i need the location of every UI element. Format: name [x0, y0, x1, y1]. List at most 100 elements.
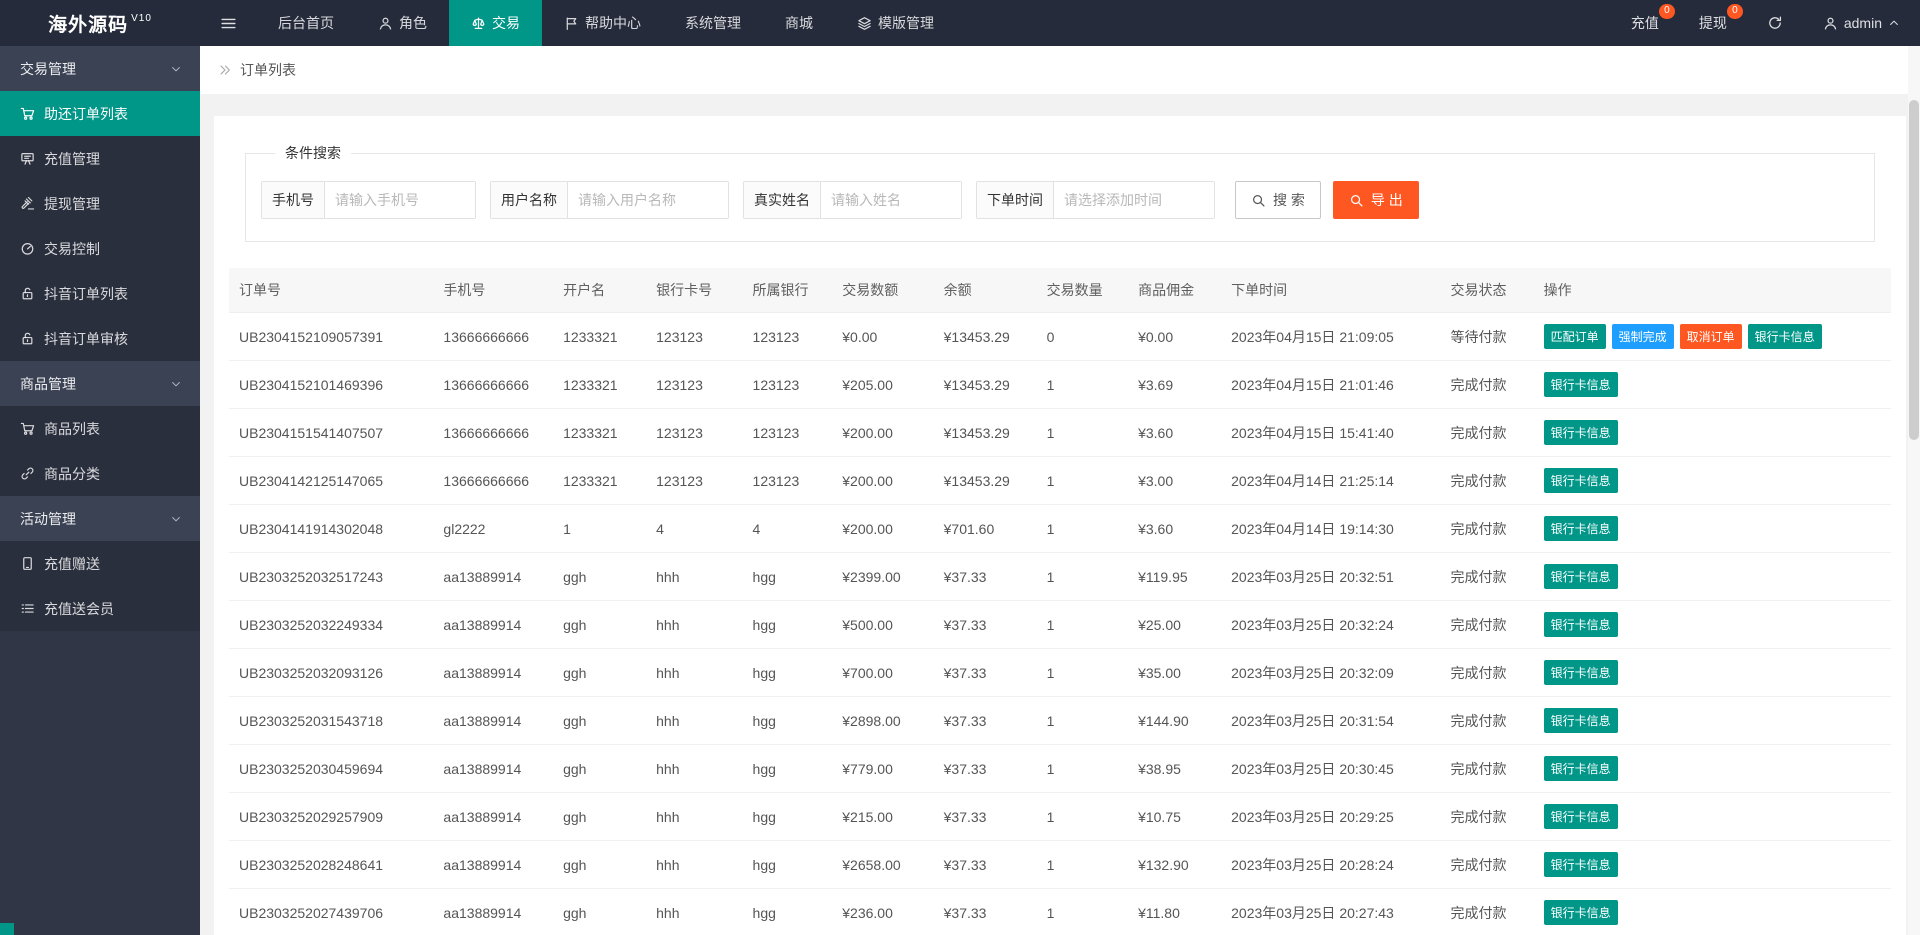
table-cell: 1: [1037, 553, 1128, 601]
top-nav-item[interactable]: 后台首页: [256, 0, 356, 46]
actions-cell: 银行卡信息: [1534, 697, 1891, 745]
table-row: UB2303252027439706aa13889914gghhhhhgg¥23…: [229, 889, 1891, 935]
actions-cell: 银行卡信息: [1534, 889, 1891, 935]
action-button[interactable]: 银行卡信息: [1748, 324, 1822, 349]
top-nav-item[interactable]: 交易: [449, 0, 542, 46]
sidebar-item-label: 商品分类: [44, 464, 100, 484]
table-cell: UB2303252027439706: [229, 889, 433, 935]
top-nav-item-label: 模版管理: [878, 13, 934, 33]
table-cell: ¥500.00: [832, 601, 933, 649]
action-button[interactable]: 银行卡信息: [1544, 660, 1618, 685]
action-button[interactable]: 银行卡信息: [1544, 420, 1618, 445]
sidebar-item[interactable]: 提现管理: [0, 181, 200, 226]
action-button[interactable]: 取消订单: [1680, 324, 1742, 349]
search-input[interactable]: [821, 182, 961, 218]
search-input[interactable]: [1054, 182, 1214, 218]
content-card: 条件搜索 手机号用户名称真实姓名下单时间搜 索导 出 订单号手机号开户名银行卡号…: [214, 116, 1906, 935]
table-cell: ¥37.33: [934, 889, 1037, 935]
app-logo: 海外源码 V10: [0, 0, 200, 46]
sidebar-section-header[interactable]: 活动管理: [0, 496, 200, 541]
table-cell: 2023年03月25日 20:28:24: [1221, 841, 1440, 889]
sidebar-section-header[interactable]: 交易管理: [0, 46, 200, 91]
top-nav-item[interactable]: 角色: [356, 0, 449, 46]
sidebar-item[interactable]: 交易控制: [0, 226, 200, 271]
table-cell: ¥37.33: [934, 793, 1037, 841]
column-header: 余额: [934, 268, 1037, 313]
sidebar-item[interactable]: 助还订单列表: [0, 91, 200, 136]
column-header: 所属银行: [743, 268, 833, 313]
table-cell: hhh: [646, 889, 742, 935]
table-cell: 完成付款: [1441, 505, 1534, 553]
table-row: UB2303252031543718aa13889914gghhhhhgg¥28…: [229, 697, 1891, 745]
action-button[interactable]: 银行卡信息: [1544, 468, 1618, 493]
table-cell: ¥13453.29: [934, 313, 1037, 361]
top-nav-item[interactable]: 帮助中心: [542, 0, 663, 46]
action-button[interactable]: 银行卡信息: [1544, 900, 1618, 925]
table-row: UB2303252032249334aa13889914gghhhhhgg¥50…: [229, 601, 1891, 649]
sidebar-item[interactable]: 抖音订单列表: [0, 271, 200, 316]
export-button-label: 导 出: [1371, 190, 1403, 210]
flag-icon: [564, 16, 579, 31]
table-row: UB23041521014693961366666666612333211231…: [229, 361, 1891, 409]
action-button[interactable]: 匹配订单: [1544, 324, 1606, 349]
top-nav-item[interactable]: 模版管理: [835, 0, 956, 46]
action-button[interactable]: 银行卡信息: [1544, 708, 1618, 733]
list-icon: [20, 601, 35, 616]
table-cell: 13666666666: [433, 313, 553, 361]
table-cell: ggh: [553, 889, 646, 935]
refresh-button[interactable]: [1747, 0, 1803, 46]
sidebar-item[interactable]: 商品列表: [0, 406, 200, 451]
action-button[interactable]: 银行卡信息: [1544, 852, 1618, 877]
action-button[interactable]: 银行卡信息: [1544, 612, 1618, 637]
search-field-group: 用户名称: [490, 181, 729, 219]
top-nav-item[interactable]: 系统管理: [663, 0, 763, 46]
search-button[interactable]: 搜 索: [1235, 181, 1321, 219]
actions-cell: 银行卡信息: [1534, 409, 1891, 457]
table-cell: ¥25.00: [1128, 601, 1221, 649]
table-cell: 完成付款: [1441, 553, 1534, 601]
action-button[interactable]: 银行卡信息: [1544, 804, 1618, 829]
action-button[interactable]: 银行卡信息: [1544, 372, 1618, 397]
table-cell: 1: [1037, 601, 1128, 649]
sidebar-item[interactable]: 充值赠送: [0, 541, 200, 586]
top-nav-item-label: 交易: [492, 13, 520, 33]
recharge-button[interactable]: 充值 0: [1611, 0, 1679, 46]
table-cell: aa13889914: [433, 841, 553, 889]
withdraw-button[interactable]: 提现 0: [1679, 0, 1747, 46]
sidebar-section-label: 交易管理: [20, 59, 76, 79]
vertical-scrollbar[interactable]: [1908, 46, 1920, 935]
action-button[interactable]: 强制完成: [1612, 324, 1674, 349]
sidebar-section-header[interactable]: 商品管理: [0, 361, 200, 406]
table-cell: hgg: [743, 841, 833, 889]
sidebar-item[interactable]: 充值送会员: [0, 586, 200, 631]
hamburger-icon[interactable]: [200, 0, 256, 46]
table-cell: ¥2898.00: [832, 697, 933, 745]
export-button[interactable]: 导 出: [1333, 181, 1419, 219]
table-cell: UB2304151541407507: [229, 409, 433, 457]
sidebar-item[interactable]: 商品分类: [0, 451, 200, 496]
top-nav-item[interactable]: 商城: [763, 0, 835, 46]
action-button[interactable]: 银行卡信息: [1544, 564, 1618, 589]
table-cell: UB2304142125147065: [229, 457, 433, 505]
topbar-right: 充值 0 提现 0 admin: [1611, 0, 1920, 46]
table-cell: UB2303252030459694: [229, 745, 433, 793]
scrollbar-thumb[interactable]: [1909, 100, 1919, 440]
table-cell: ¥37.33: [934, 745, 1037, 793]
sidebar-item[interactable]: 抖音订单审核: [0, 316, 200, 361]
search-input[interactable]: [325, 182, 475, 218]
table-cell: 2023年03月25日 20:29:25: [1221, 793, 1440, 841]
actions-cell: 银行卡信息: [1534, 361, 1891, 409]
app-logo-text: 海外源码: [48, 10, 128, 37]
table-cell: hhh: [646, 553, 742, 601]
table-cell: hgg: [743, 553, 833, 601]
table-cell: UB2303252029257909: [229, 793, 433, 841]
table-header-row: 订单号手机号开户名银行卡号所属银行交易数额余额交易数量商品佣金下单时间交易状态操…: [229, 268, 1891, 313]
table-cell: hhh: [646, 697, 742, 745]
action-button[interactable]: 银行卡信息: [1544, 516, 1618, 541]
search-input[interactable]: [568, 182, 728, 218]
user-menu[interactable]: admin: [1803, 0, 1920, 46]
action-button[interactable]: 银行卡信息: [1544, 756, 1618, 781]
table-cell: 2023年03月25日 20:31:54: [1221, 697, 1440, 745]
table-cell: UB2304152109057391: [229, 313, 433, 361]
sidebar-item[interactable]: 充值管理: [0, 136, 200, 181]
